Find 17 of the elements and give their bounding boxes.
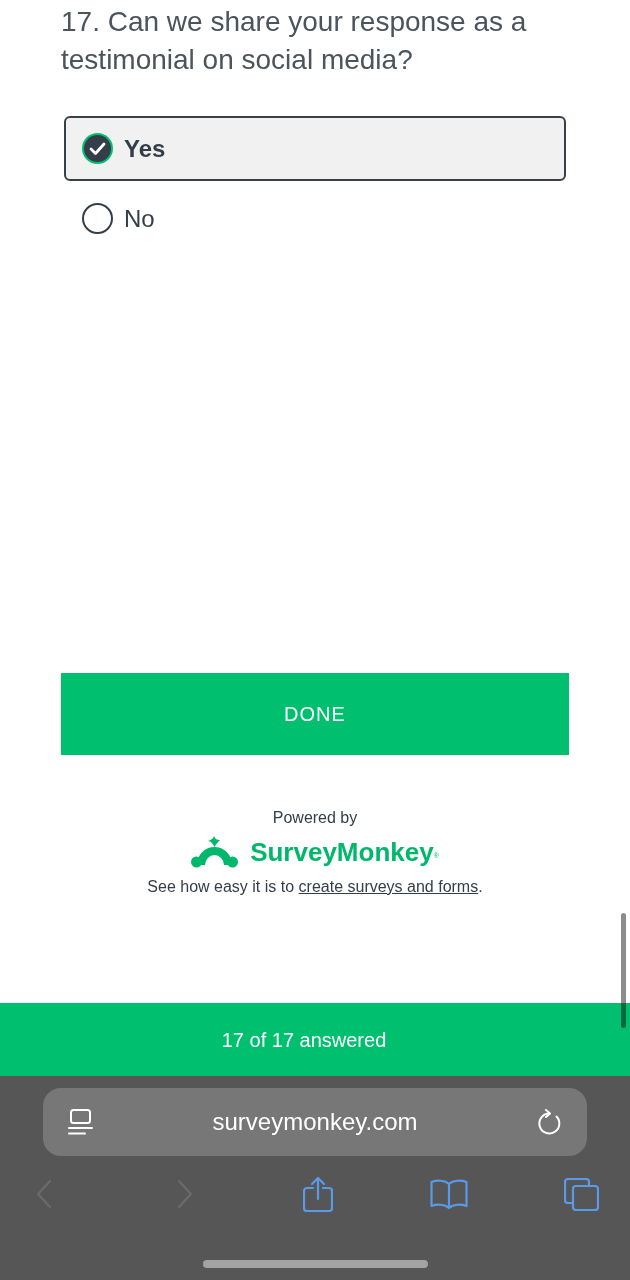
page-icon[interactable]	[68, 1109, 93, 1135]
create-surveys-link[interactable]: create surveys and forms	[298, 878, 479, 895]
url-text: surveymonkey.com	[212, 1107, 418, 1137]
brand-name: SurveyMonkey$^{®}$	[250, 836, 439, 869]
share-icon[interactable]	[303, 1176, 333, 1212]
book-icon[interactable]	[429, 1179, 468, 1209]
overlapping-squares-icon[interactable]	[564, 1177, 599, 1211]
powered-by-text: Powered by	[272, 808, 358, 828]
radio-icon[interactable]	[82, 203, 113, 234]
radio-checked-icon[interactable]	[82, 133, 113, 164]
answered-count: 17 of 17 answered	[221, 1027, 387, 1053]
answer-option[interactable]: Yes	[64, 116, 566, 181]
footer-tagline: See how easy it is to create surveys and forms.	[147, 877, 483, 897]
question-text: 17. Can we share your response as a testimonial on social media?	[61, 5, 528, 77]
reload-icon[interactable]	[537, 1108, 562, 1136]
address-bar[interactable]: surveymonkey.com	[43, 1088, 587, 1156]
logo-icon	[191, 836, 239, 868]
